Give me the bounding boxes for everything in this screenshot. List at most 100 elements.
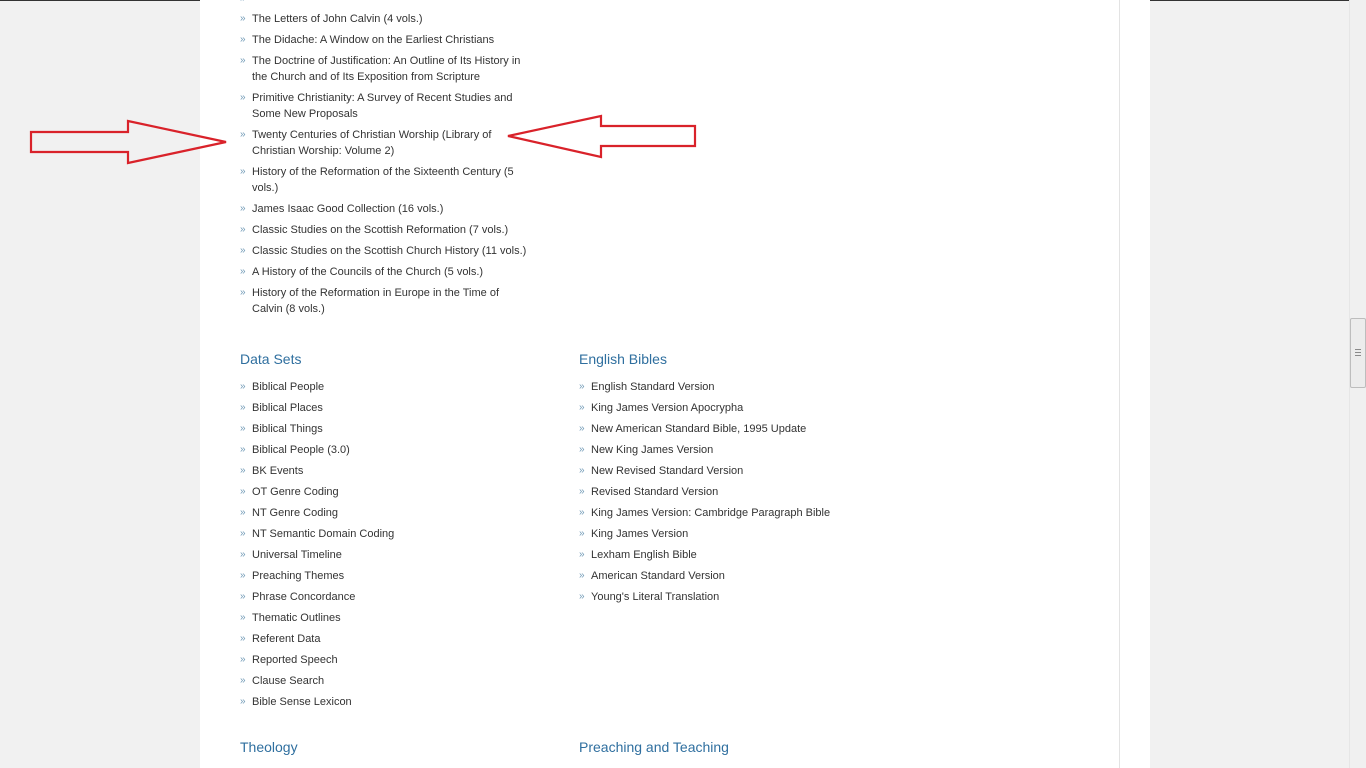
list-item[interactable]: » Revised Standard Version [579,484,899,500]
list-item[interactable]: » [240,0,530,7]
english-bibles-heading[interactable]: English Bibles [579,350,667,368]
scrollbar-grip [1355,349,1361,350]
list-item[interactable]: » The Didache: A Window on the Earliest C… [240,32,530,48]
list-item[interactable]: » Classic Studies on the Scottish Reforma… [240,222,530,238]
list-item[interactable]: » James Isaac Good Collection (16 vols.) [240,201,530,217]
resource-link[interactable]: Classic Studies on the Scottish Church H… [252,245,526,257]
list-item[interactable]: » Phrase Concordance [240,589,540,605]
double-chevron-right-icon: » [240,402,246,413]
list-item[interactable]: » Thematic Outlines [240,610,540,626]
double-chevron-right-icon: » [240,486,246,497]
list-item[interactable]: » Preaching Themes [240,568,540,584]
list-item[interactable]: » Universal Timeline [240,547,540,563]
resource-link[interactable]: Phrase Concordance [252,591,355,603]
data-sets-heading[interactable]: Data Sets [240,350,301,368]
resource-link[interactable]: English Standard Version [591,381,715,393]
preaching-teaching-heading[interactable]: Preaching and Teaching [579,738,729,756]
resource-link[interactable]: Lexham English Bible [591,549,697,561]
resource-link[interactable]: Biblical People (3.0) [252,444,350,456]
resource-link[interactable]: Biblical People [252,381,324,393]
list-item[interactable]: » New American Standard Bible, 1995 Updat… [579,421,899,437]
resource-link[interactable]: Bible Sense Lexicon [252,696,352,708]
resource-link[interactable]: BK Events [252,465,303,477]
double-chevron-right-icon: » [240,224,246,235]
resource-link[interactable]: Biblical Places [252,402,323,414]
history-resource-list-visible: » The Letters of John Calvin (4 vols.) » T… [240,11,530,322]
list-item[interactable]: » The Doctrine of Justification: An Outli… [240,53,530,85]
list-item[interactable]: » Classic Studies on the Scottish Church … [240,243,530,259]
double-chevron-right-icon: » [579,591,585,602]
resource-link[interactable]: The Doctrine of Justification: An Outlin… [252,55,520,83]
resource-link[interactable]: History of the Reformation of the Sixtee… [252,166,514,194]
list-item[interactable]: » Clause Search [240,673,540,689]
resource-link[interactable]: American Standard Version [591,570,725,582]
list-item[interactable]: » Referent Data [240,631,540,647]
double-chevron-right-icon: » [240,549,246,560]
double-chevron-right-icon: » [240,203,246,214]
list-item[interactable]: » Biblical People (3.0) [240,442,540,458]
list-item-highlighted[interactable]: » Twenty Centuries of Christian Worship (… [240,127,530,159]
list-item[interactable]: » American Standard Version [579,568,899,584]
double-chevron-right-icon: » [579,423,585,434]
resource-link[interactable]: Biblical Things [252,423,323,435]
resource-link[interactable]: Universal Timeline [252,549,342,561]
scrollbar-grip [1355,352,1361,353]
list-item[interactable]: » NT Semantic Domain Coding [240,526,540,542]
list-item[interactable]: » History of the Reformation of the Sixte… [240,164,530,196]
theology-heading[interactable]: Theology [240,738,298,756]
resource-link[interactable]: NT Semantic Domain Coding [252,528,394,540]
double-chevron-right-icon: » [240,166,246,177]
list-item[interactable]: » King James Version: Cambridge Paragraph… [579,505,899,521]
resource-link[interactable]: The Didache: A Window on the Earliest Ch… [252,34,494,46]
resource-link[interactable]: Primitive Christianity: A Survey of Rece… [252,92,512,120]
list-item[interactable]: » OT Genre Coding [240,484,540,500]
resource-link[interactable]: James Isaac Good Collection (16 vols.) [252,203,443,215]
resource-link[interactable]: OT Genre Coding [252,486,339,498]
double-chevron-right-icon: » [240,266,246,277]
resource-link[interactable]: King James Version [591,528,688,540]
list-item[interactable]: » Reported Speech [240,652,540,668]
list-item[interactable]: » NT Genre Coding [240,505,540,521]
double-chevron-right-icon: » [240,13,246,24]
resource-link[interactable]: Referent Data [252,633,320,645]
resource-link[interactable]: Twenty Centuries of Christian Worship (L… [252,129,491,157]
list-item[interactable]: » New King James Version [579,442,899,458]
resource-link[interactable]: History of the Reformation in Europe in … [252,287,499,315]
resource-link[interactable]: Clause Search [252,675,324,687]
resource-link[interactable]: King James Version: Cambridge Paragraph … [591,507,830,519]
list-item[interactable]: » Primitive Christianity: A Survey of Rec… [240,90,530,122]
red-outline-arrow-icon [507,114,697,159]
resource-link[interactable]: Preaching Themes [252,570,344,582]
list-item[interactable]: » History of the Reformation in Europe in… [240,285,530,317]
list-item[interactable]: » A History of the Councils of the Church… [240,264,530,280]
resource-link[interactable]: The Letters of John Calvin (4 vols.) [252,13,423,25]
sidebar-divider [1119,0,1120,768]
resource-link[interactable]: A History of the Councils of the Church … [252,266,483,278]
list-item[interactable]: » The Letters of John Calvin (4 vols.) [240,11,530,27]
resource-link[interactable]: Classic Studies on the Scottish Reformat… [252,224,508,236]
resource-link[interactable]: Revised Standard Version [591,486,718,498]
list-item[interactable]: » Young's Literal Translation [579,589,899,605]
list-item[interactable]: » English Standard Version [579,379,899,395]
double-chevron-right-icon: » [579,486,585,497]
list-item[interactable]: » King James Version [579,526,899,542]
resource-link[interactable]: New King James Version [591,444,713,456]
resource-link[interactable]: NT Genre Coding [252,507,338,519]
list-item[interactable]: » Lexham English Bible [579,547,899,563]
resource-link[interactable]: King James Version Apocrypha [591,402,743,414]
resource-link[interactable] [252,1,255,5]
resource-link[interactable]: New American Standard Bible, 1995 Update [591,423,806,435]
resource-link[interactable]: Thematic Outlines [252,612,341,624]
list-item[interactable]: » King James Version Apocrypha [579,400,899,416]
list-item[interactable]: » Biblical People [240,379,540,395]
list-item[interactable]: » New Revised Standard Version [579,463,899,479]
list-item[interactable]: » Biblical Things [240,421,540,437]
resource-link[interactable]: New Revised Standard Version [591,465,743,477]
resource-link[interactable]: Young's Literal Translation [591,591,719,603]
list-item[interactable]: » BK Events [240,463,540,479]
page-scrollbar-thumb[interactable] [1350,318,1366,388]
list-item[interactable]: » Bible Sense Lexicon [240,694,540,710]
list-item[interactable]: » Biblical Places [240,400,540,416]
double-chevron-right-icon: » [240,381,246,392]
resource-link[interactable]: Reported Speech [252,654,338,666]
